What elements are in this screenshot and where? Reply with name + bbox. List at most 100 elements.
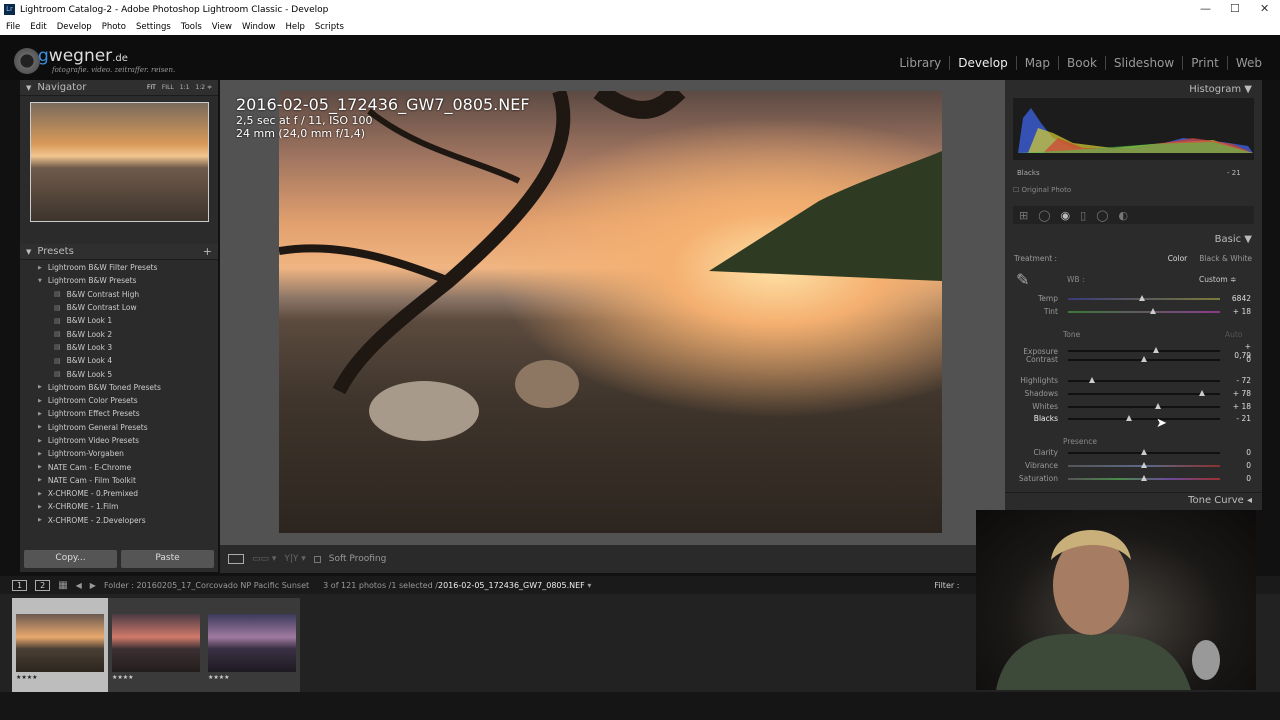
crop-tool-icon[interactable]: ⊞ [1019, 209, 1028, 222]
original-photo-checkbox[interactable]: ☐ Original Photo [1013, 186, 1071, 194]
slider-value[interactable]: 0 [1226, 474, 1251, 483]
slider-track[interactable] [1068, 474, 1220, 481]
slider-thumb[interactable] [1125, 414, 1132, 421]
preset-open[interactable]: Lightroom B&W Presets [20, 274, 218, 287]
slider-value[interactable]: 6842 [1226, 294, 1251, 303]
menu-photo[interactable]: Photo [102, 22, 126, 32]
preset-folder[interactable]: X-CHROME - 1.Film [20, 500, 218, 513]
slider-track[interactable] [1068, 414, 1220, 421]
menu-settings[interactable]: Settings [136, 22, 171, 32]
slider-value[interactable]: - 72 [1226, 376, 1251, 385]
wb-preset-dropdown[interactable]: Custom ≑ [1199, 275, 1236, 284]
adjustment-brush-icon[interactable]: ◐ [1119, 209, 1129, 222]
tone-curve-header[interactable]: Tone Curve ◂ [1005, 492, 1262, 508]
slider-thumb[interactable] [1139, 294, 1146, 301]
module-web[interactable]: Web [1228, 56, 1270, 70]
radial-filter-icon[interactable]: ◯ [1096, 209, 1108, 222]
preset-folder[interactable]: Lightroom Color Presets [20, 394, 218, 407]
slider-thumb[interactable] [1150, 307, 1157, 314]
slider-value[interactable]: 0 [1226, 448, 1251, 457]
preset-item[interactable]: B&W Look 1 [20, 314, 218, 327]
slider-thumb[interactable] [1141, 474, 1147, 481]
basic-header[interactable]: Basic ▼ [1005, 230, 1262, 248]
menu-view[interactable]: View [212, 22, 232, 32]
slider-value[interactable]: + 78 [1226, 389, 1251, 398]
preset-folder[interactable]: NATE Cam - E-Chrome [20, 460, 218, 473]
folder-source[interactable]: Folder : 20160205_17_Corcovado NP Pacifi… [104, 581, 309, 590]
preset-item[interactable]: B&W Look 2 [20, 327, 218, 340]
presets-header[interactable]: ▼ Presets + [20, 244, 218, 260]
preset-folder[interactable]: Lightroom B&W Filter Presets [20, 261, 218, 274]
slider-thumb[interactable] [1089, 376, 1096, 383]
histogram-header[interactable]: Histogram ▼ [1005, 80, 1262, 98]
module-map[interactable]: Map [1017, 56, 1060, 70]
filmstrip-thumbnail[interactable]: ★★★★ [108, 598, 204, 692]
spot-removal-icon[interactable]: ◯ [1038, 209, 1050, 222]
menu-tools[interactable]: Tools [181, 22, 202, 32]
auto-tone-button[interactable]: Auto [1225, 330, 1242, 339]
slider-track[interactable] [1068, 448, 1220, 455]
add-preset-icon[interactable]: + [203, 245, 212, 258]
white-balance-eyedropper-icon[interactable]: ✎ [1016, 270, 1029, 289]
navigator-preview[interactable] [30, 102, 209, 222]
zoom-1-2[interactable]: 1:2 ≑ [195, 84, 212, 91]
grid-view-icon[interactable]: ▦ [58, 580, 67, 591]
menu-file[interactable]: File [6, 22, 20, 32]
copy-button[interactable]: Copy... [24, 550, 117, 568]
preset-item[interactable]: B&W Contrast Low [20, 301, 218, 314]
filmstrip-thumbnail[interactable]: ★★★★ [204, 598, 300, 692]
module-book[interactable]: Book [1059, 56, 1106, 70]
preset-folder[interactable]: Lightroom Video Presets [20, 434, 218, 447]
menu-scripts[interactable]: Scripts [315, 22, 344, 32]
menu-edit[interactable]: Edit [30, 22, 46, 32]
slider-thumb[interactable] [1153, 347, 1160, 353]
preset-folder[interactable]: NATE Cam - Film Toolkit [20, 474, 218, 487]
slider-track[interactable] [1068, 376, 1220, 383]
menu-window[interactable]: Window [242, 22, 276, 32]
menu-develop[interactable]: Develop [57, 22, 92, 32]
slider-thumb[interactable] [1141, 355, 1147, 362]
slider-value[interactable]: + 18 [1226, 402, 1251, 411]
slider-value[interactable]: + 18 [1226, 307, 1251, 316]
treatment-color[interactable]: Color [1168, 254, 1188, 263]
graduated-filter-icon[interactable]: ▯ [1080, 209, 1086, 222]
preset-item[interactable]: B&W Look 5 [20, 367, 218, 380]
preset-folder[interactable]: X-CHROME - 0.Premixed [20, 487, 218, 500]
slider-track[interactable] [1068, 355, 1220, 362]
preset-folder[interactable]: X-CHROME - 2.Developers [20, 514, 218, 527]
loupe-view-icon[interactable] [228, 554, 244, 564]
preset-item[interactable]: B&W Look 4 [20, 354, 218, 367]
paste-button[interactable]: Paste [121, 550, 214, 568]
yy-view-icon[interactable]: Y|Y ▾ [284, 554, 305, 564]
preset-folder[interactable]: Lightroom General Presets [20, 421, 218, 434]
slider-value[interactable]: - 21 [1226, 414, 1251, 423]
zoom-1-1[interactable]: 1:1 [180, 84, 190, 91]
slider-track[interactable] [1068, 307, 1220, 314]
slider-value[interactable]: 0 [1226, 461, 1251, 470]
back-arrow-icon[interactable]: ◀ [76, 581, 82, 590]
before-after-icon[interactable]: ▭▭ ▾ [252, 554, 276, 564]
module-library[interactable]: Library [891, 56, 951, 70]
preset-folder[interactable]: Lightroom-Vorgaben [20, 447, 218, 460]
zoom-fit[interactable]: FIT [147, 84, 156, 91]
forward-arrow-icon[interactable]: ▶ [90, 581, 96, 590]
slider-track[interactable] [1068, 294, 1220, 301]
main-window-button[interactable]: 1 [12, 579, 28, 591]
secondary-window-button[interactable]: 2 [35, 579, 51, 591]
treatment-black-white[interactable]: Black & White [1199, 254, 1252, 263]
soft-proofing-checkbox[interactable] [313, 555, 321, 563]
preset-item[interactable]: B&W Look 3 [20, 341, 218, 354]
module-print[interactable]: Print [1183, 56, 1228, 70]
navigator-header[interactable]: ▼ Navigator FIT FILL 1:1 1:2 ≑ [20, 80, 218, 96]
module-slideshow[interactable]: Slideshow [1106, 56, 1184, 70]
filmstrip-thumbnail[interactable]: ★★★★ [12, 598, 108, 692]
maximize-button[interactable]: ☐ [1230, 2, 1240, 15]
red-eye-icon[interactable]: ◉ [1061, 209, 1071, 222]
slider-track[interactable] [1068, 347, 1220, 353]
menu-help[interactable]: Help [285, 22, 304, 32]
module-develop[interactable]: Develop [950, 56, 1017, 70]
preset-item[interactable]: B&W Contrast High [20, 288, 218, 301]
minimize-button[interactable]: — [1200, 2, 1211, 15]
preset-folder[interactable]: Lightroom Effect Presets [20, 407, 218, 420]
slider-thumb[interactable] [1154, 402, 1161, 409]
